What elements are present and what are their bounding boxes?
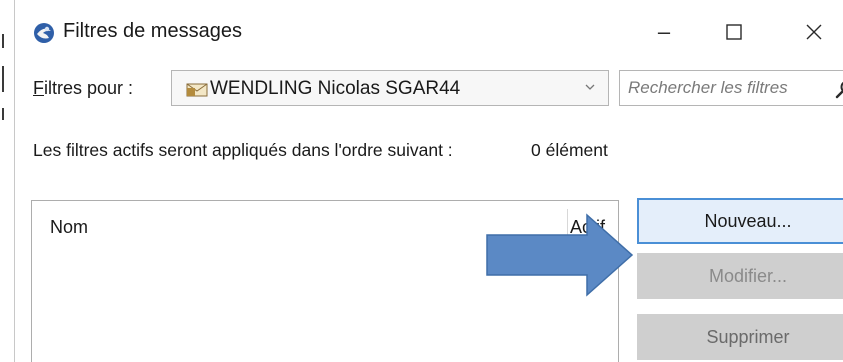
maximize-icon xyxy=(726,24,742,40)
minimize-icon: – xyxy=(657,19,671,44)
close-icon xyxy=(806,24,822,40)
filter-count: 0 élément xyxy=(531,140,608,160)
new-filter-button[interactable]: Nouveau... xyxy=(637,198,843,244)
active-filters-description: Les filtres actifs seront appliqués dans… xyxy=(33,140,453,160)
filters-for-label: Filtres pour : xyxy=(33,78,133,99)
column-header-name[interactable]: Nom xyxy=(50,217,88,238)
background-window-edge xyxy=(0,0,14,362)
edit-filter-button[interactable]: Modifier... xyxy=(637,253,843,299)
filter-search-field[interactable] xyxy=(619,70,843,106)
thunderbird-logo-icon xyxy=(34,23,54,43)
edge-mark xyxy=(2,108,4,120)
new-filter-button-label: Nouveau... xyxy=(704,210,792,231)
delete-filter-button[interactable]: Supprimer xyxy=(637,314,843,360)
account-select[interactable]: WENDLING Nicolas SGAR44 xyxy=(171,70,609,106)
message-filters-dialog: Filtres de messages – Filtres pour : WEN… xyxy=(14,0,843,362)
filters-for-label-rest: iltres pour : xyxy=(44,78,134,98)
minimize-button[interactable]: – xyxy=(635,10,693,54)
edge-mark xyxy=(2,66,4,92)
maximize-button[interactable] xyxy=(705,10,763,54)
annotation-arrow-shape xyxy=(486,213,634,297)
search-icon[interactable] xyxy=(834,78,843,100)
close-button[interactable] xyxy=(785,10,843,54)
annotation-arrow-icon xyxy=(486,213,634,297)
edge-mark xyxy=(2,34,4,48)
chevron-down-icon xyxy=(585,84,595,90)
mail-account-icon xyxy=(186,83,208,97)
delete-filter-button-label: Supprimer xyxy=(706,326,790,347)
filters-for-label-accesskey: F xyxy=(33,78,44,98)
title-bar[interactable]: Filtres de messages – xyxy=(15,0,843,62)
account-select-value: WENDLING Nicolas SGAR44 xyxy=(210,78,461,99)
edit-filter-button-label: Modifier... xyxy=(708,265,788,286)
screenshot-root: Filtres de messages – Filtres pour : WEN… xyxy=(0,0,843,362)
filter-search-input[interactable] xyxy=(628,77,838,99)
window-title: Filtres de messages xyxy=(63,20,242,42)
